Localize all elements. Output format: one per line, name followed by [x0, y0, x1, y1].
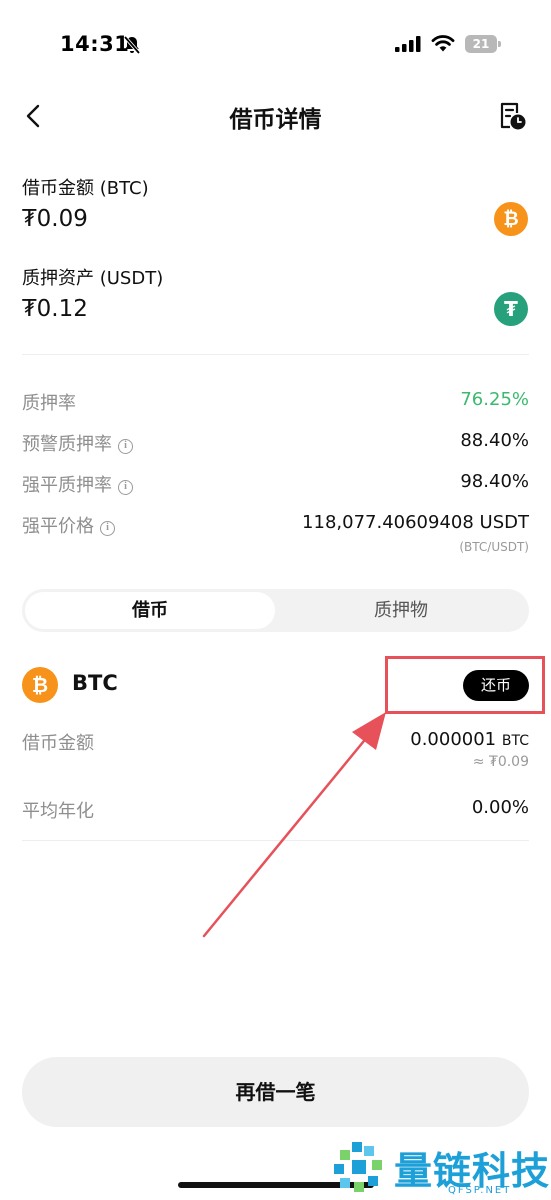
- watermark: 量链科技 QFSP.NET: [330, 1138, 551, 1200]
- info-icon[interactable]: i: [100, 521, 115, 536]
- battery-icon: 21: [465, 35, 501, 53]
- annotation-highlight-box: [385, 656, 545, 714]
- btc-icon: ₿: [22, 667, 58, 703]
- section-divider: [22, 354, 529, 355]
- collateral-ratio-value: 76.25%: [460, 389, 529, 410]
- liquidation-price-pair: (BTC/USDT): [459, 540, 529, 554]
- borrowed-amount-value: ₮0.09: [22, 206, 88, 232]
- watermark-logo-icon: [334, 1142, 382, 1192]
- status-time: 14:31: [60, 32, 130, 56]
- battery-cap: [498, 41, 501, 47]
- warning-ratio-value: 88.40%: [460, 430, 529, 451]
- loan-coin-name: BTC: [72, 671, 118, 695]
- signal-icon: [395, 36, 421, 52]
- apr-label: 平均年化: [22, 801, 94, 822]
- loan-amount-approx: ≈ ₮0.09: [472, 754, 529, 770]
- collateral-asset-label: 质押资产 (USDT): [22, 268, 164, 289]
- liquidation-ratio-value: 98.40%: [460, 471, 529, 492]
- collateral-ratio-label: 质押率: [22, 393, 76, 414]
- loan-divider: [22, 840, 529, 841]
- tab-switch: 借币 质押物: [22, 589, 529, 632]
- order-history-button[interactable]: [496, 100, 528, 132]
- wifi-icon: [431, 35, 455, 52]
- btc-icon: ₿: [494, 202, 528, 236]
- liquidation-ratio-row: 强平质押率 i: [22, 471, 133, 497]
- order-history-icon: [500, 102, 526, 130]
- collateral-asset-value: ₮0.12: [22, 296, 88, 322]
- bell-off-icon: [123, 35, 141, 55]
- borrow-again-button[interactable]: 再借一笔: [22, 1057, 529, 1127]
- warning-ratio-label: 预警质押率: [22, 434, 112, 455]
- liquidation-price-label: 强平价格: [22, 516, 94, 537]
- page-title: 借币详情: [229, 107, 322, 133]
- loan-amount-unit: BTC: [501, 733, 529, 749]
- usdt-icon: ₮: [494, 292, 528, 326]
- battery-level: 21: [472, 37, 490, 51]
- info-icon[interactable]: i: [118, 439, 133, 454]
- info-icon[interactable]: i: [118, 480, 133, 495]
- watermark-domain: QFSP.NET: [448, 1185, 512, 1196]
- loan-amount-label: 借币金额: [22, 733, 94, 754]
- loan-amount-value: 0.000001 BTC: [410, 729, 529, 750]
- status-bar: 14:31 21: [0, 0, 551, 90]
- nav-bar: 借币详情: [0, 90, 551, 142]
- tab-collateral[interactable]: 质押物: [276, 592, 526, 629]
- liquidation-price-row: 强平价格 i: [22, 512, 115, 538]
- apr-value: 0.00%: [471, 797, 529, 818]
- warning-ratio-row: 预警质押率 i: [22, 430, 133, 456]
- loan-amount-number: 0.000001: [410, 729, 497, 750]
- liquidation-price-value: 118,077.40609408 USDT: [302, 512, 529, 533]
- tab-borrow[interactable]: 借币: [25, 592, 275, 629]
- liquidation-ratio-label: 强平质押率: [22, 475, 112, 496]
- borrowed-amount-label: 借币金额 (BTC): [22, 178, 149, 199]
